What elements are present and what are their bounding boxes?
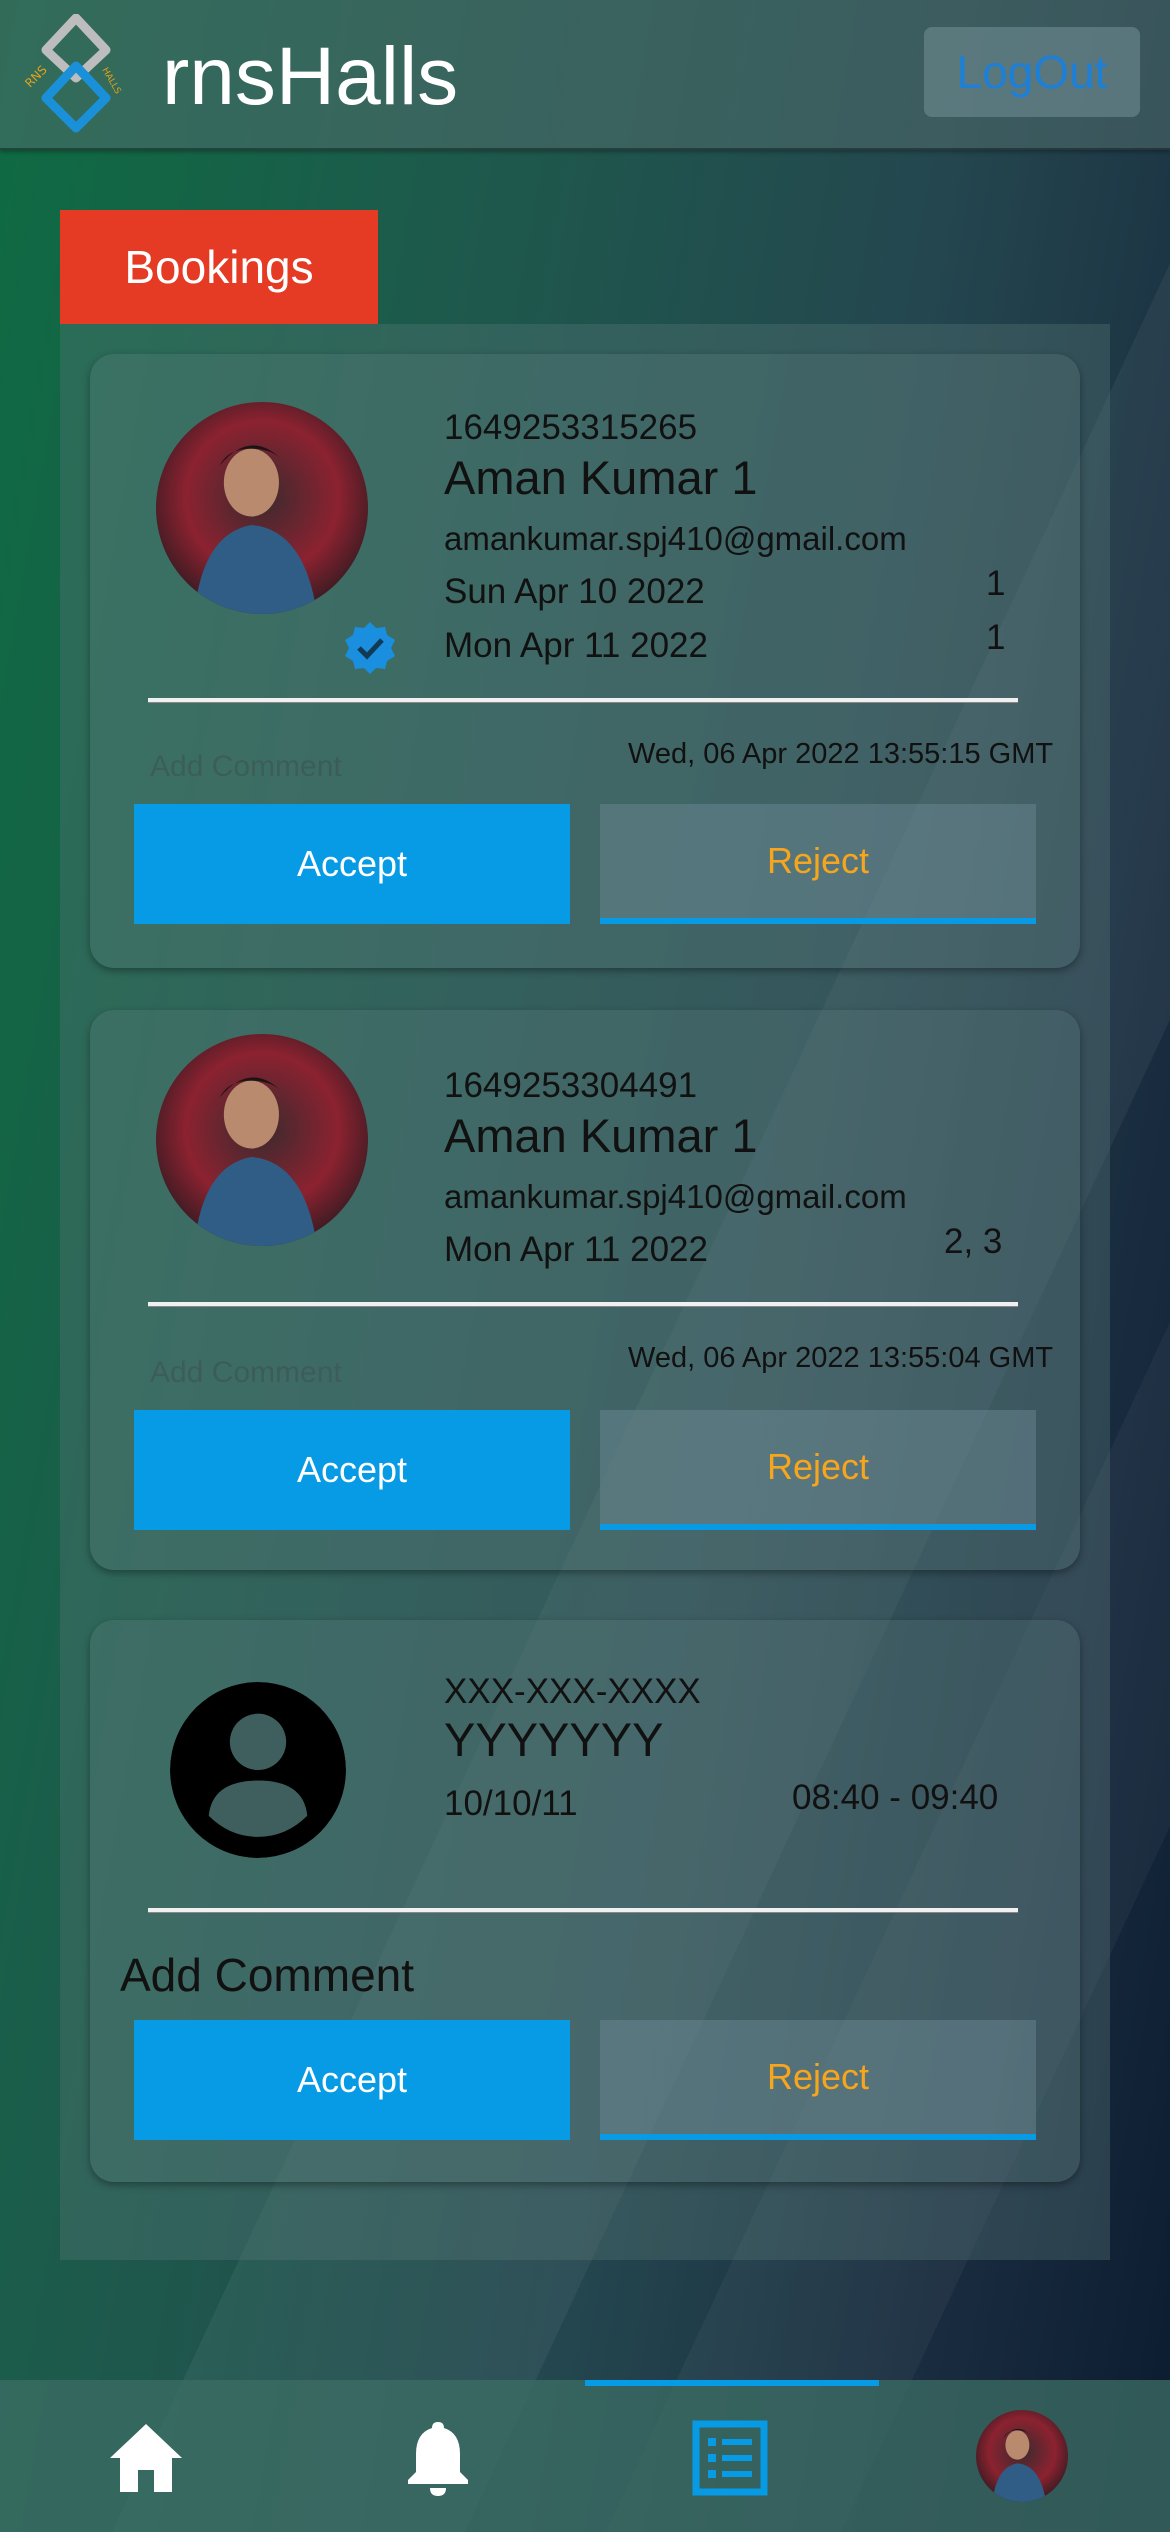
booking-id: XXX-XXX-XXXX	[444, 1672, 701, 1711]
booking-timestamp: Wed, 06 Apr 2022 13:55:04 GMT	[628, 1342, 1054, 1374]
app-header: RNS HALLS rnsHalls LogOut	[0, 0, 1170, 150]
reject-button[interactable]: Reject	[600, 804, 1036, 924]
active-tab-indicator	[585, 2380, 879, 2386]
booking-id: 1649253315265	[444, 408, 698, 447]
accept-button[interactable]: Accept	[134, 804, 570, 924]
booking-timestamp: Wed, 06 Apr 2022 13:55:15 GMT	[628, 738, 1054, 770]
app-logo: RNS HALLS	[18, 13, 136, 136]
booking-slot: 1	[986, 564, 1006, 603]
booking-slot: 2, 3	[944, 1222, 1003, 1261]
verified-badge-icon	[342, 620, 398, 676]
booking-card: XXX-XXX-XXXX YYYYYYY 10/10/11 08:40 - 09…	[90, 1620, 1080, 2182]
booking-date: 10/10/11	[444, 1784, 578, 1823]
reject-button[interactable]: Reject	[600, 1410, 1036, 1530]
booking-date: Mon Apr 11 2022	[444, 626, 708, 665]
booking-user-name: Aman Kumar 1	[444, 451, 758, 504]
booking-user-email: amankumar.spj410@gmail.com	[444, 520, 907, 557]
bookings-tab[interactable]: Bookings	[60, 210, 378, 324]
logout-button[interactable]: LogOut	[924, 27, 1140, 117]
booking-slot: 1	[986, 618, 1006, 657]
booking-user-name: Aman Kumar 1	[444, 1109, 758, 1162]
bell-icon[interactable]	[398, 2418, 478, 2498]
default-avatar-icon	[170, 1682, 346, 1858]
comment-input[interactable]: Add Comment	[150, 1356, 342, 1390]
accept-button[interactable]: Accept	[134, 2020, 570, 2140]
booking-date: Mon Apr 11 2022	[444, 1230, 708, 1269]
user-avatar	[156, 402, 368, 614]
divider	[148, 1302, 1018, 1307]
bottom-nav	[0, 2380, 1170, 2532]
booking-time: 08:40 - 09:40	[792, 1778, 999, 1817]
app-title: rnsHalls	[162, 31, 459, 122]
home-icon[interactable]	[106, 2418, 186, 2498]
comment-input[interactable]: Add Comment	[150, 750, 342, 784]
divider	[148, 698, 1018, 703]
profile-avatar[interactable]	[976, 2410, 1068, 2502]
accept-button[interactable]: Accept	[134, 1410, 570, 1530]
bookings-panel: 1649253315265 Aman Kumar 1 amankumar.spj…	[60, 324, 1110, 2260]
list-icon[interactable]	[690, 2418, 770, 2498]
booking-date: Sun Apr 10 2022	[444, 572, 705, 611]
booking-card: 1649253304491 Aman Kumar 1 amankumar.spj…	[90, 1010, 1080, 1570]
user-avatar	[156, 1034, 368, 1246]
booking-card: 1649253315265 Aman Kumar 1 amankumar.spj…	[90, 354, 1080, 968]
reject-button[interactable]: Reject	[600, 2020, 1036, 2140]
booking-user-email: amankumar.spj410@gmail.com	[444, 1178, 907, 1215]
svg-text:RNS: RNS	[22, 63, 50, 91]
booking-id: 1649253304491	[444, 1066, 698, 1105]
booking-user-name: YYYYYYY	[444, 1713, 664, 1766]
divider	[148, 1908, 1018, 1913]
comment-input[interactable]: Add Comment	[120, 1948, 414, 2002]
